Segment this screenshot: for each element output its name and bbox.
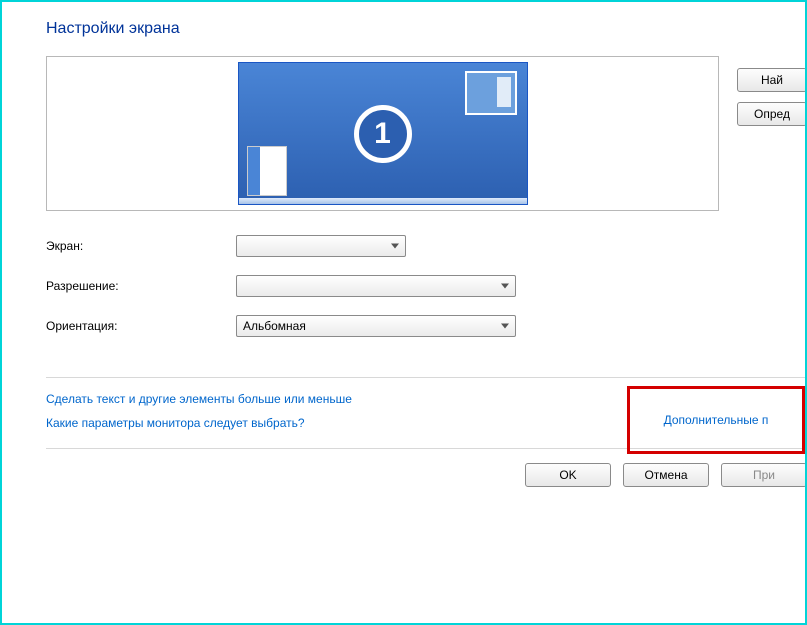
preview-startmenu-icon <box>247 146 287 196</box>
preview-taskbar-icon <box>239 198 527 204</box>
identify-button[interactable]: Опред <box>737 102 807 126</box>
monitor-preview-1[interactable]: 1 <box>238 62 528 205</box>
preview-window-icon <box>465 71 517 115</box>
link-advanced-settings[interactable]: Дополнительные п <box>664 413 769 427</box>
screen-dropdown[interactable] <box>236 235 406 257</box>
cancel-button[interactable]: Отмена <box>623 463 709 487</box>
advanced-settings-highlight: Дополнительные п <box>627 386 805 454</box>
resolution-dropdown[interactable] <box>236 275 516 297</box>
ok-button[interactable]: OK <box>525 463 611 487</box>
orientation-dropdown[interactable]: Альбомная <box>236 315 516 337</box>
footer-buttons: OK Отмена При <box>46 463 807 487</box>
monitor-number-badge: 1 <box>354 105 412 163</box>
apply-button[interactable]: При <box>721 463 807 487</box>
monitor-arrangement-box[interactable]: 1 <box>46 56 719 211</box>
orientation-label: Ориентация: <box>46 319 236 333</box>
find-button[interactable]: Най <box>737 68 807 92</box>
page-title: Настройки экрана <box>46 20 807 38</box>
screen-label: Экран: <box>46 239 236 253</box>
divider <box>46 377 807 378</box>
preview-area: 1 Най Опред <box>46 56 807 211</box>
resolution-label: Разрешение: <box>46 279 236 293</box>
